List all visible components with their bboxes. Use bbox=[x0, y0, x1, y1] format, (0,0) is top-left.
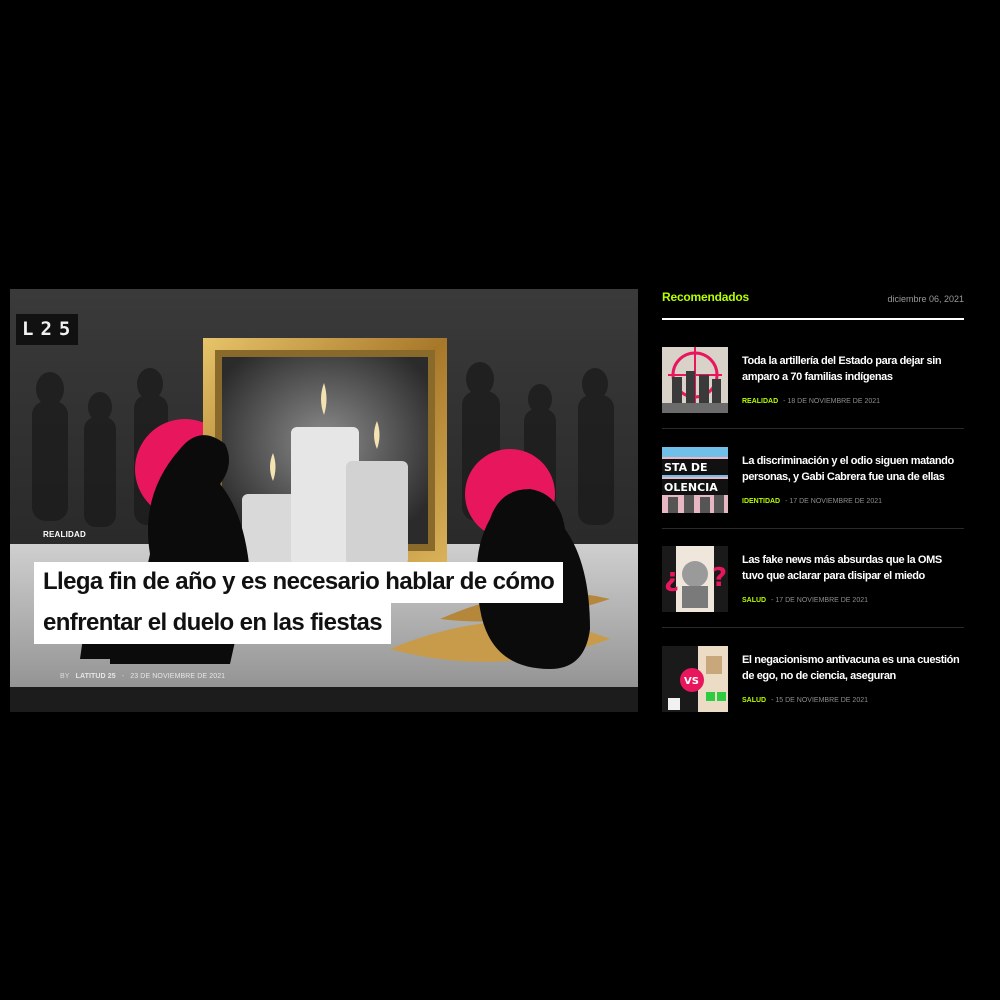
article-thumbnail[interactable]: VS bbox=[662, 646, 728, 712]
article-title[interactable]: Las fake news más absurdas que la OMS tu… bbox=[742, 552, 964, 584]
article-meta: REALIDAD - 18 DE NOVIEMBRE DE 2021 bbox=[742, 398, 880, 405]
hero-category[interactable]: REALIDAD bbox=[43, 530, 86, 539]
sidebar-date: diciembre 06, 2021 bbox=[887, 294, 964, 304]
hero-article[interactable]: L25 REALIDAD Llega fin de año y es neces… bbox=[10, 289, 638, 712]
article-thumbnail[interactable]: ¿? bbox=[662, 546, 728, 612]
recommended-item[interactable]: Toda la artillería del Estado para dejar… bbox=[662, 347, 964, 429]
sidebar-header: Recomendados diciembre 06, 2021 bbox=[662, 288, 964, 320]
recommended-item[interactable]: STA DE OLENCIA La discriminación y el odi… bbox=[662, 447, 964, 529]
article-title[interactable]: Toda la artillería del Estado para dejar… bbox=[742, 353, 964, 385]
article-category[interactable]: SALUD bbox=[742, 697, 766, 704]
byline-prefix: BY bbox=[60, 673, 70, 680]
svg-text:VS: VS bbox=[684, 676, 699, 687]
article-meta: IDENTIDAD - 17 DE NOVIEMBRE DE 2021 bbox=[742, 498, 882, 505]
article-date: - 18 DE NOVIEMBRE DE 2021 bbox=[783, 398, 881, 405]
hero-meta: BY LATITUD 25 - 23 DE NOVIEMBRE DE 2021 bbox=[60, 673, 225, 680]
article-meta: SALUD - 15 DE NOVIEMBRE DE 2021 bbox=[742, 697, 868, 704]
sidebar-title: Recomendados bbox=[662, 290, 749, 304]
svg-text:?: ? bbox=[712, 563, 727, 593]
article-category[interactable]: SALUD bbox=[742, 597, 766, 604]
article-title[interactable]: El negacionismo antivacuna es una cuesti… bbox=[742, 652, 964, 684]
svg-text:STA DE: STA DE bbox=[664, 461, 708, 474]
article-thumbnail[interactable] bbox=[662, 347, 728, 413]
hero-date: 23 DE NOVIEMBRE DE 2021 bbox=[130, 673, 226, 680]
recommended-item[interactable]: VS El negacionismo antivacuna es una cue… bbox=[662, 646, 964, 728]
hero-illustration bbox=[10, 289, 638, 712]
article-category[interactable]: IDENTIDAD bbox=[742, 498, 780, 505]
meta-separator: - bbox=[121, 673, 125, 680]
article-meta: SALUD - 17 DE NOVIEMBRE DE 2021 bbox=[742, 597, 868, 604]
site-logo[interactable]: L25 bbox=[16, 314, 78, 345]
article-date: - 15 DE NOVIEMBRE DE 2021 bbox=[771, 697, 868, 704]
article-category[interactable]: REALIDAD bbox=[742, 398, 778, 405]
article-title[interactable]: La discriminación y el odio siguen matan… bbox=[742, 453, 964, 485]
article-date: - 17 DE NOVIEMBRE DE 2021 bbox=[771, 597, 868, 604]
article-date: - 17 DE NOVIEMBRE DE 2021 bbox=[785, 498, 882, 505]
recommended-sidebar: Recomendados diciembre 06, 2021 Toda la … bbox=[662, 288, 964, 712]
hero-headline[interactable]: Llega fin de año y es necesario hablar d… bbox=[34, 562, 614, 644]
svg-text:OLENCIA: OLENCIA bbox=[664, 481, 718, 494]
headline-line-2[interactable]: enfrentar el duelo en las fiestas bbox=[34, 603, 391, 644]
author-link[interactable]: LATITUD 25 bbox=[76, 673, 116, 680]
svg-text:¿: ¿ bbox=[664, 563, 679, 593]
article-thumbnail[interactable]: STA DE OLENCIA bbox=[662, 447, 728, 513]
recommended-item[interactable]: ¿? Las fake news más absurdas que la OMS… bbox=[662, 546, 964, 628]
headline-line-1[interactable]: Llega fin de año y es necesario hablar d… bbox=[34, 562, 564, 603]
